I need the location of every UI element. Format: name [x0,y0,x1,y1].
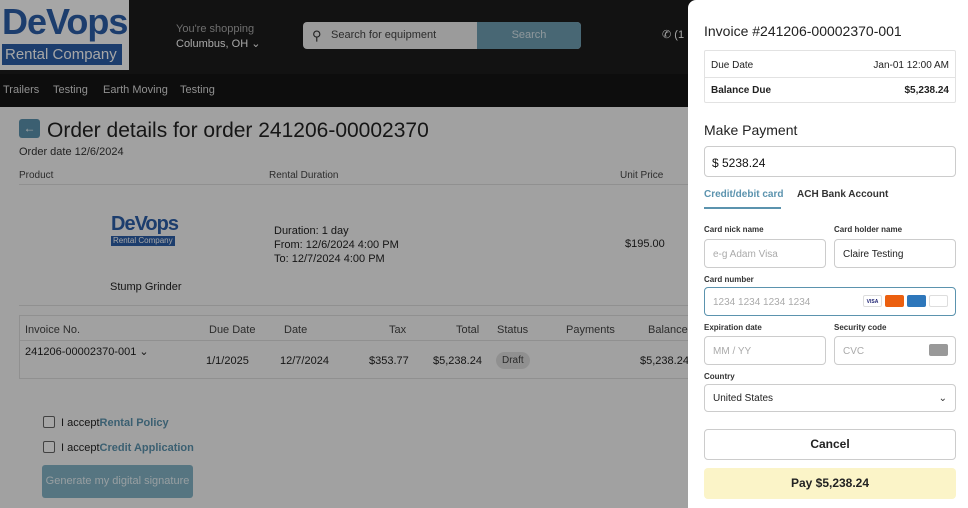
discover-icon [929,295,948,307]
card-number-placeholder: 1234 1234 1234 1234 [713,297,811,308]
country-label: Country [704,372,735,381]
tab-credit-card[interactable]: Credit/debit card [704,189,783,200]
card-holder-label: Card holder name [834,225,903,234]
visa-icon: VISA [863,295,882,307]
due-date-label: Due Date [711,60,754,71]
security-code-label: Security code [834,323,887,332]
amex-icon [907,295,926,307]
cancel-button[interactable]: Cancel [704,429,956,460]
security-code-input[interactable]: CVC [834,336,956,365]
cvc-card-icon [929,344,948,356]
invoice-summary: Due Date Jan-01 12:00 AM Balance Due $5,… [704,50,956,103]
balance-due-label: Balance Due [711,85,772,96]
tab-ach-bank[interactable]: ACH Bank Account [797,189,888,200]
card-brands: VISA [863,295,948,307]
card-number-label: Card number [704,275,754,284]
expiration-input[interactable]: MM / YY [704,336,826,365]
payment-panel: Invoice #241206-00002370-001 Due Date Ja… [688,0,968,508]
country-value: United States [713,393,774,404]
cvc-placeholder: CVC [843,346,865,357]
chevron-down-icon: ⌄ [938,393,947,404]
payment-amount-input[interactable]: $ 5238.24 [704,146,956,177]
card-number-input[interactable]: 1234 1234 1234 1234 VISA [704,287,956,316]
card-nick-input[interactable]: e-g Adam Visa [704,239,826,268]
mastercard-icon [885,295,904,307]
expiration-label: Expiration date [704,323,762,332]
active-tab-indicator [704,207,781,209]
divider [705,77,955,78]
country-select[interactable]: United States ⌄ [704,384,956,412]
invoice-title: Invoice #241206-00002370-001 [704,23,902,39]
card-holder-input[interactable]: Claire Testing [834,239,956,268]
pay-button[interactable]: Pay $5,238.24 [704,468,956,499]
card-nick-label: Card nick name [704,225,764,234]
balance-due-value: $5,238.24 [904,85,950,96]
make-payment-heading: Make Payment [704,122,798,138]
due-date-value: Jan-01 12:00 AM [873,60,949,71]
